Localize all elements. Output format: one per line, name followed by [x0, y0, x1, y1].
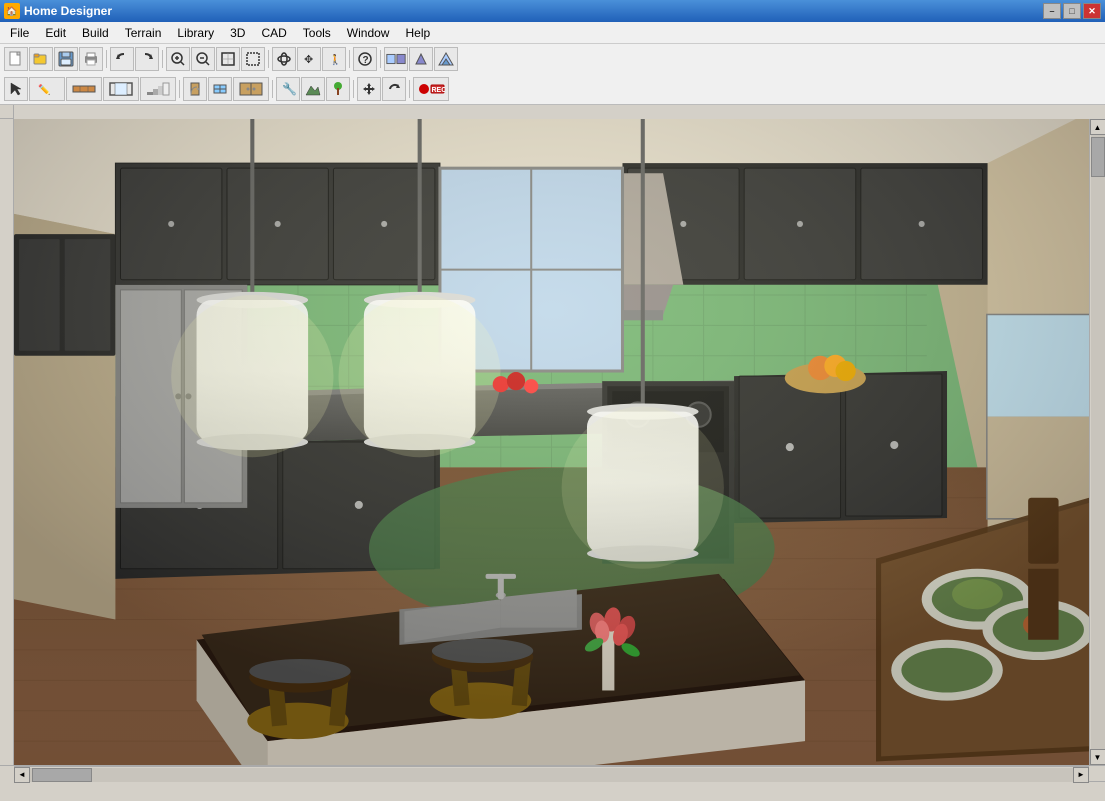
draw-tool[interactable]: ✏️ — [29, 77, 65, 101]
menu-tools[interactable]: Tools — [295, 22, 339, 43]
print-button[interactable] — [79, 47, 103, 71]
menu-edit[interactable]: Edit — [37, 22, 74, 43]
separator-4 — [347, 47, 352, 71]
scrollbar-horizontal[interactable]: ◄ ► — [14, 766, 1089, 782]
new-button[interactable] — [4, 47, 28, 71]
menu-library[interactable]: Library — [169, 22, 222, 43]
ruler-bottom-corner — [0, 766, 14, 782]
scroll-thumb-vertical[interactable] — [1091, 137, 1105, 177]
ruler-corner — [0, 105, 14, 119]
menu-build[interactable]: Build — [74, 22, 117, 43]
separator-9 — [407, 77, 412, 101]
window-tool[interactable] — [208, 77, 232, 101]
status-bar — [0, 781, 1105, 801]
redo-button[interactable] — [135, 47, 159, 71]
stair-tool[interactable] — [140, 77, 176, 101]
main-area: ▲ ▼ ◄ ► — [0, 105, 1105, 781]
scroll-right-button[interactable]: ► — [1073, 767, 1089, 783]
svg-text:✥: ✥ — [304, 54, 313, 66]
maximize-button[interactable]: □ — [1063, 3, 1081, 19]
fixture-tool[interactable]: 🔧 — [276, 77, 300, 101]
undo-button[interactable] — [110, 47, 134, 71]
menu-3d[interactable]: 3D — [222, 22, 253, 43]
record-button[interactable]: REC — [413, 77, 449, 101]
menu-window[interactable]: Window — [339, 22, 398, 43]
svg-text:🚶: 🚶 — [329, 53, 341, 66]
separator-6 — [177, 77, 182, 101]
select-tool[interactable] — [4, 77, 28, 101]
toolbar-area: ✥ 🚶 ? ✏️ — [0, 44, 1105, 105]
zoom-sel-button[interactable] — [241, 47, 265, 71]
scroll-left-button[interactable]: ◄ — [14, 767, 30, 783]
kitchen-render — [14, 119, 1089, 765]
cabinet-tool[interactable] — [233, 77, 269, 101]
viewport-row: ▲ ▼ — [0, 119, 1105, 765]
scroll-down-button[interactable]: ▼ — [1090, 749, 1105, 765]
open-button[interactable] — [29, 47, 53, 71]
zoom-in-button[interactable] — [166, 47, 190, 71]
camera-button[interactable] — [434, 47, 458, 71]
room-tool[interactable] — [103, 77, 139, 101]
plant-tool[interactable] — [326, 77, 350, 101]
terrain-tool[interactable] — [301, 77, 325, 101]
ruler-top — [14, 105, 1105, 119]
scroll-track-horizontal[interactable] — [30, 768, 1073, 782]
separator-7 — [270, 77, 275, 101]
scroll-up-button[interactable]: ▲ — [1090, 119, 1105, 135]
viewport-3d[interactable] — [14, 119, 1089, 765]
menu-help[interactable]: Help — [397, 22, 438, 43]
window-title: Home Designer — [24, 4, 1043, 18]
perspective-button[interactable] — [409, 47, 433, 71]
bottom-row: ◄ ► — [0, 765, 1105, 781]
svg-text:REC: REC — [432, 87, 446, 94]
toolbar-row-2: ✏️ 🔧 — [0, 74, 1105, 104]
content-wrapper: ▲ ▼ ◄ ► — [0, 105, 1105, 781]
close-button[interactable]: ✕ — [1083, 3, 1101, 19]
separator-3 — [266, 47, 271, 71]
scroll-thumb-horizontal[interactable] — [32, 768, 92, 782]
window-controls: – □ ✕ — [1043, 3, 1101, 19]
menu-file[interactable]: File — [2, 22, 37, 43]
scroll-track-vertical[interactable] — [1091, 135, 1105, 749]
app-icon: 🏠 — [4, 3, 20, 19]
svg-text:✏️: ✏️ — [38, 83, 50, 96]
door-tool[interactable] — [183, 77, 207, 101]
svg-text:🔧: 🔧 — [282, 81, 296, 96]
ruler-top-row — [0, 105, 1105, 119]
walk-button[interactable]: 🚶 — [322, 47, 346, 71]
pan-button[interactable]: ✥ — [297, 47, 321, 71]
separator-2 — [160, 47, 165, 71]
toolbar-row-1: ✥ 🚶 ? — [0, 44, 1105, 74]
ruler-left — [0, 119, 14, 765]
move-tool[interactable] — [357, 77, 381, 101]
floorplan-button[interactable] — [384, 47, 408, 71]
title-bar: 🏠 Home Designer – □ ✕ — [0, 0, 1105, 22]
menu-bar: File Edit Build Terrain Library 3D CAD T… — [0, 22, 1105, 44]
separator-8 — [351, 77, 356, 101]
wall-tool[interactable] — [66, 77, 102, 101]
minimize-button[interactable]: – — [1043, 3, 1061, 19]
help-button[interactable]: ? — [353, 47, 377, 71]
separator-5 — [378, 47, 383, 71]
svg-text:?: ? — [363, 55, 369, 66]
menu-terrain[interactable]: Terrain — [117, 22, 170, 43]
scrollbar-vertical[interactable]: ▲ ▼ — [1089, 119, 1105, 765]
save-button[interactable] — [54, 47, 78, 71]
menu-cad[interactable]: CAD — [253, 22, 294, 43]
separator-1 — [104, 47, 109, 71]
scrollbar-corner — [1089, 766, 1105, 781]
orbit-button[interactable] — [272, 47, 296, 71]
zoom-fit-button[interactable] — [216, 47, 240, 71]
rotate-tool[interactable] — [382, 77, 406, 101]
zoom-out-button[interactable] — [191, 47, 215, 71]
